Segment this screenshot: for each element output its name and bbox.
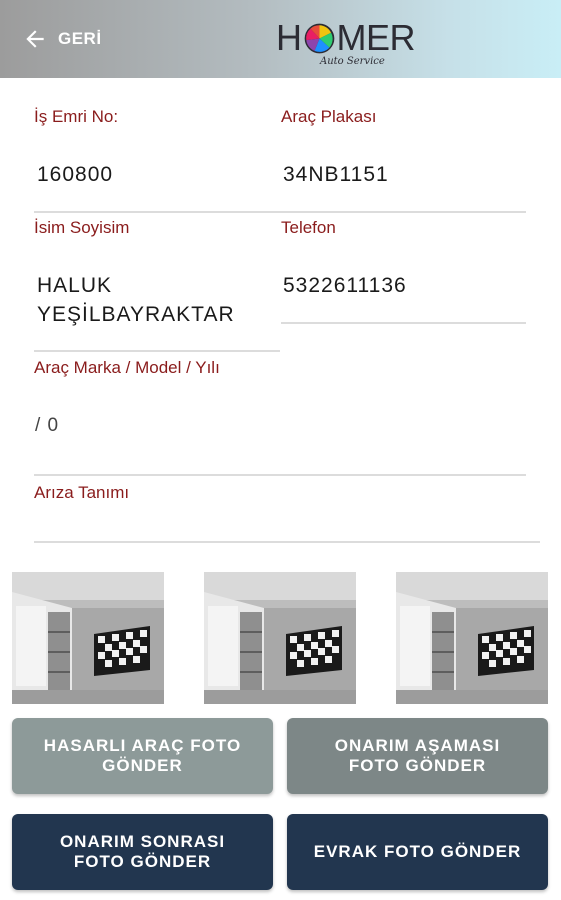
fault-label: Arıza Tanımı (34, 483, 130, 502)
button-label-line: FOTO GÖNDER (73, 852, 212, 871)
button-label-line: FOTO GÖNDER (348, 756, 487, 775)
plate-label: Araç Plakası (281, 107, 377, 126)
button-label-line: ONARIM AŞAMASI (334, 736, 501, 755)
room-photo-image (12, 572, 164, 704)
button-label: HASARLI ARAÇ FOTO GÖNDER (44, 736, 241, 776)
fault-underline (34, 541, 540, 543)
work-order-label: İş Emri No: (34, 107, 119, 126)
vehicle-value: / 0 (35, 415, 60, 436)
app-header: GERİ H MER Auto Service (0, 0, 561, 78)
back-button[interactable]: GERİ (22, 24, 102, 54)
logo-subtitle: Auto Service (320, 56, 385, 67)
button-label: EVRAK FOTO GÖNDER (313, 842, 522, 861)
send-after-repair-photo-button[interactable]: ONARIM SONRASI FOTO GÖNDER (12, 814, 273, 890)
name-value-line2: YEŞİLBAYRAKTAR (37, 303, 235, 326)
plate-value: 34NB1151 (283, 163, 389, 186)
homer-logo: H MER Auto Service (276, 16, 415, 72)
room-photo-image (204, 572, 356, 704)
logo-text-h: H (276, 17, 302, 58)
work-order-value: 160800 (37, 163, 114, 186)
button-label-line: ONARIM SONRASI (59, 832, 226, 851)
send-damaged-vehicle-photo-button[interactable]: HASARLI ARAÇ FOTO GÖNDER (12, 718, 273, 794)
logo-text-mer: MER (336, 17, 416, 58)
back-label: GERİ (58, 29, 102, 48)
name-value-line1: HALUK (37, 274, 113, 297)
photo-thumbnail[interactable] (12, 572, 164, 704)
arrow-left-icon (26, 30, 44, 48)
button-label: ONARIM SONRASI FOTO GÖNDER (60, 832, 225, 872)
send-repair-stage-photo-button[interactable]: ONARIM AŞAMASI FOTO GÖNDER (287, 718, 548, 794)
row1-underline (34, 211, 526, 213)
vehicle-underline (34, 474, 526, 476)
phone-underline (281, 322, 526, 324)
name-label: İsim Soyisim (34, 218, 130, 237)
send-document-photo-button[interactable]: EVRAK FOTO GÖNDER (287, 814, 548, 890)
name-underline (34, 350, 280, 352)
button-label: ONARIM AŞAMASI FOTO GÖNDER (335, 736, 500, 776)
color-wheel-icon (304, 23, 334, 53)
vehicle-label: Araç Marka / Model / Yılı (34, 358, 220, 377)
room-photo-image (396, 572, 548, 704)
photo-thumbnail[interactable] (204, 572, 356, 704)
button-label-line: GÖNDER (102, 756, 183, 775)
phone-value: 5322611136 (283, 274, 407, 297)
button-label-line: HASARLI ARAÇ FOTO (43, 736, 242, 755)
photo-thumbnail[interactable] (396, 572, 548, 704)
phone-label: Telefon (281, 218, 336, 237)
